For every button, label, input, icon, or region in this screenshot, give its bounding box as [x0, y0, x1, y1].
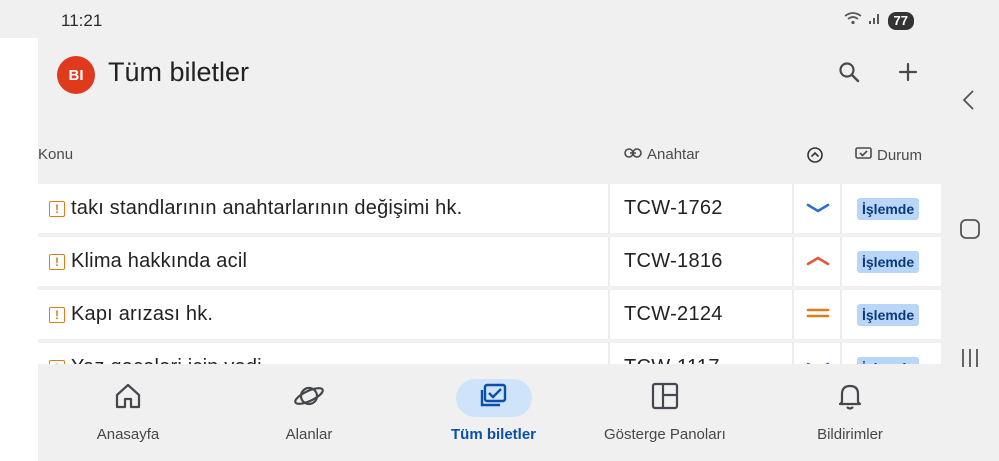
- key-cell: TCW-2124: [608, 290, 794, 339]
- priority-cell: [792, 237, 842, 286]
- ticket-summary: Kapı arızası hk.: [71, 303, 214, 325]
- column-header-priority[interactable]: [806, 146, 824, 168]
- system-navigation-bar: [941, 38, 999, 461]
- search-icon: [837, 60, 861, 89]
- system-icons: 77: [844, 11, 914, 30]
- wifi-icon: [844, 11, 862, 30]
- ticket-key: TCW-1816: [624, 250, 723, 272]
- priority-cell: [792, 290, 842, 339]
- tickets-icon: [478, 381, 510, 416]
- bell-icon: [835, 381, 865, 416]
- search-button[interactable]: [835, 60, 863, 88]
- column-header-status[interactable]: Durum: [855, 146, 922, 164]
- signal-icon: [868, 11, 882, 30]
- nav-label: Gösterge Panoları: [604, 426, 726, 443]
- nav-label: Alanlar: [285, 426, 333, 443]
- nav-icon-container: [90, 379, 166, 417]
- issue-type-icon: !: [49, 253, 65, 270]
- nav-all-tickets[interactable]: Tüm biletler: [451, 364, 536, 461]
- priority-column-icon: [806, 146, 824, 168]
- nav-spaces[interactable]: Alanlar: [271, 364, 347, 461]
- bottom-navigation: Anasayfa Alanlar Tüm biletler Gösterge P…: [38, 364, 941, 461]
- status-bar: 11:21 77: [0, 0, 999, 38]
- home-system-button[interactable]: [959, 218, 981, 245]
- nav-icon-container: [455, 379, 532, 417]
- planet-icon: [293, 381, 325, 416]
- column-header-key[interactable]: Anahtar: [624, 146, 700, 163]
- status-cell: İşlemde: [840, 184, 941, 233]
- ticket-key: TCW-2124: [624, 303, 723, 325]
- issue-type-icon: !: [49, 306, 65, 323]
- nav-notifications[interactable]: Bildirimler: [812, 364, 888, 461]
- ticket-key: TCW-1762: [624, 197, 723, 219]
- status-column-icon: [855, 146, 872, 164]
- recents-icon: [959, 346, 981, 375]
- column-header-summary[interactable]: Konu: [38, 146, 73, 163]
- nav-icon-container: [812, 379, 888, 417]
- summary-cell: ! takı standlarının anahtarlarının değiş…: [38, 184, 608, 233]
- key-cell: TCW-1762: [608, 184, 794, 233]
- priority-low-icon: [806, 200, 830, 218]
- nav-label: Tüm biletler: [451, 426, 537, 443]
- app-window: BI Tüm biletler Konu Anahtar Durum ! tak…: [38, 38, 941, 461]
- home-icon: [113, 381, 143, 416]
- nav-icon-container: [627, 379, 703, 417]
- link-icon: [624, 146, 642, 163]
- status-badge[interactable]: İşlemde: [857, 197, 920, 220]
- chevron-left-icon: [959, 88, 979, 117]
- recents-button[interactable]: [959, 346, 981, 375]
- dashboard-icon: [650, 381, 680, 416]
- square-icon: [959, 218, 981, 245]
- issue-type-icon: !: [49, 200, 65, 217]
- nav-dashboards[interactable]: Gösterge Panoları: [604, 364, 726, 461]
- nav-home[interactable]: Anasayfa: [90, 364, 166, 461]
- priority-high-icon: [806, 253, 830, 271]
- nav-label: Bildirimler: [817, 426, 883, 443]
- status-cell: İşlemde: [840, 237, 941, 286]
- key-cell: TCW-1816: [608, 237, 794, 286]
- summary-cell: ! Klima hakkında acil: [38, 237, 608, 286]
- status-cell: İşlemde: [840, 290, 941, 339]
- nav-label: Anasayfa: [96, 426, 160, 443]
- nav-icon-container: [271, 379, 347, 417]
- page-title: Tüm biletler: [108, 57, 250, 87]
- status-badge[interactable]: İşlemde: [857, 303, 920, 326]
- column-header-key-label: Anahtar: [647, 146, 700, 163]
- battery-indicator: 77: [887, 11, 914, 30]
- ticket-row[interactable]: ! Kapı arızası hk. TCW-2124 İşlemde: [38, 290, 941, 339]
- avatar[interactable]: BI: [57, 56, 95, 94]
- status-badge[interactable]: İşlemde: [857, 250, 920, 273]
- priority-medium-icon: [806, 306, 830, 324]
- ticket-summary: Klima hakkında acil: [71, 250, 248, 272]
- plus-icon: [897, 61, 919, 88]
- summary-cell: ! Kapı arızası hk.: [38, 290, 608, 339]
- add-ticket-button[interactable]: [894, 60, 922, 88]
- ticket-summary: takı standlarının anahtarlarının değişim…: [71, 197, 463, 219]
- priority-cell: [792, 184, 842, 233]
- column-header-status-label: Durum: [877, 146, 923, 164]
- left-margin: [0, 38, 38, 461]
- back-button[interactable]: [959, 88, 979, 117]
- ticket-row[interactable]: ! takı standlarının anahtarlarının değiş…: [38, 184, 941, 233]
- ticket-row[interactable]: ! Klima hakkında acil TCW-1816 İşlemde: [38, 237, 941, 286]
- status-time: 11:21: [61, 11, 103, 30]
- column-header-summary-label: Konu: [38, 146, 74, 163]
